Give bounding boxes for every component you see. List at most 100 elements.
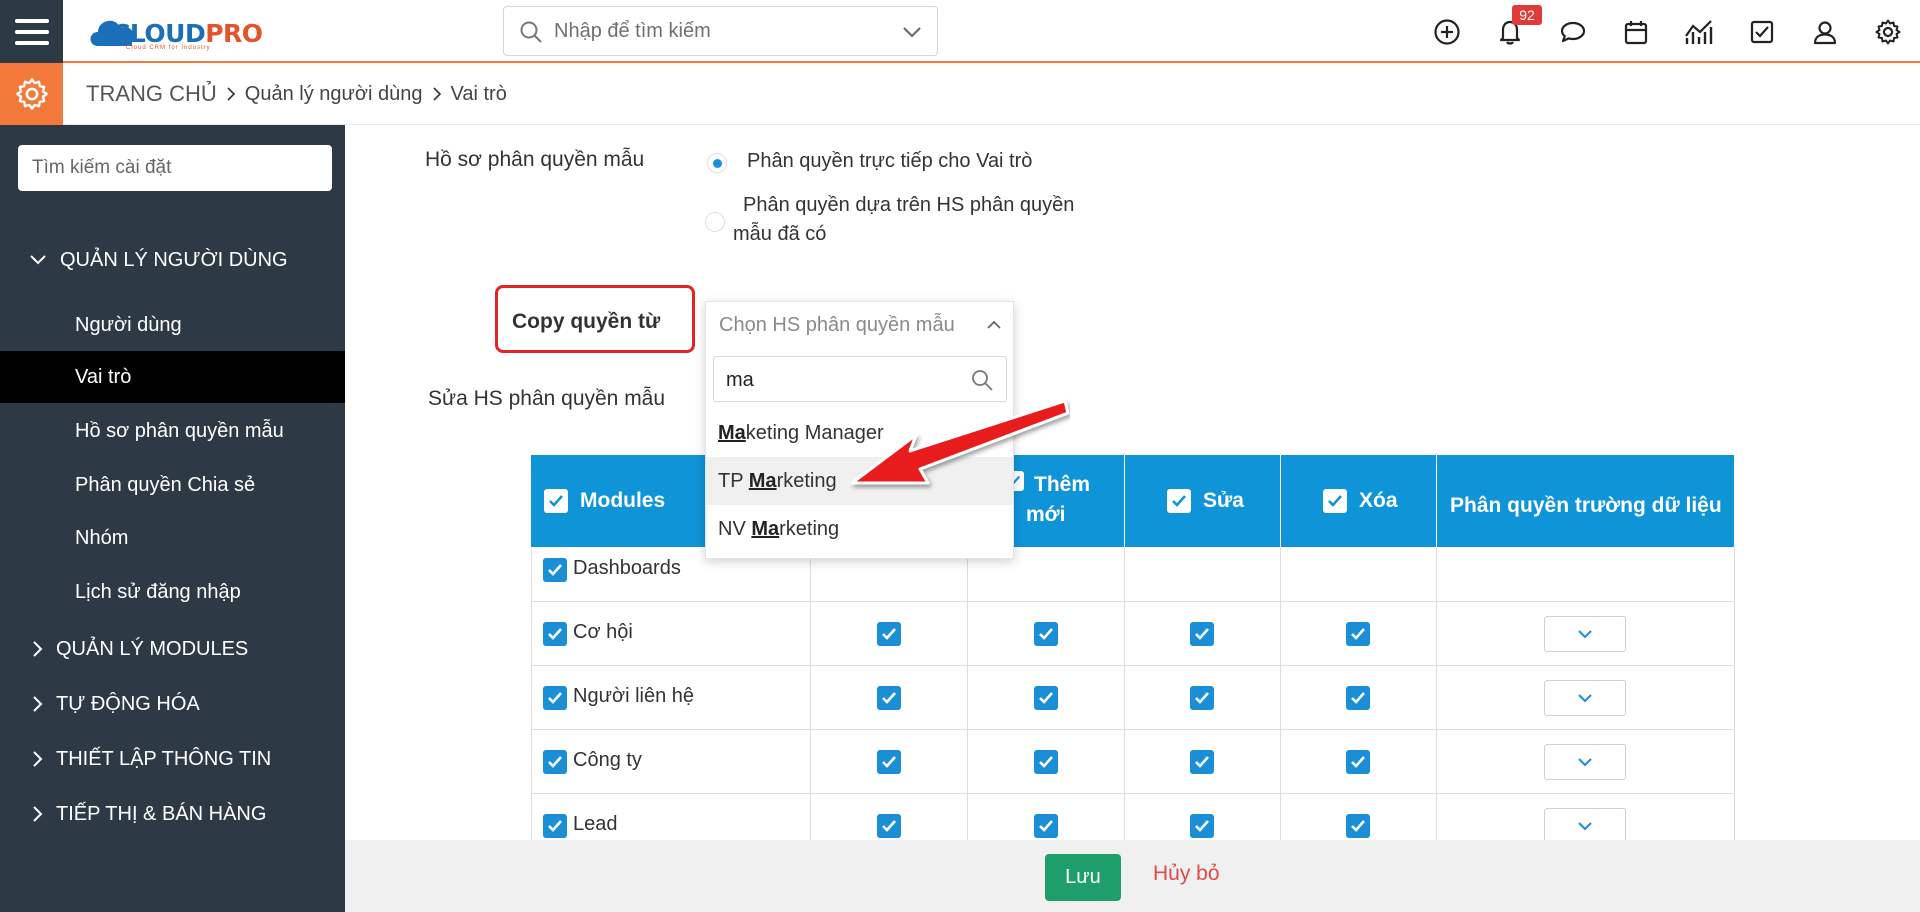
table-cell: [1125, 547, 1281, 602]
cloudpro-logo[interactable]: CLOUDPRO Cloud CRM for Industry: [86, 10, 266, 52]
permission-checkbox-view[interactable]: [877, 622, 901, 646]
breadcrumb-roles: Vai trò: [450, 82, 507, 105]
permission-checkbox-edit[interactable]: [1190, 814, 1214, 838]
settings-sidebar: QUẢN LÝ NGƯỜI DÙNG Người dùng Vai trò Hồ…: [0, 125, 345, 912]
profile-template-label: Hồ sơ phân quyền mẫu: [425, 148, 645, 171]
chevron-right-icon: [33, 696, 43, 712]
permission-checkbox-delete[interactable]: [1346, 814, 1370, 838]
save-button[interactable]: Lưu: [1045, 854, 1121, 901]
permission-checkbox-delete[interactable]: [1346, 622, 1370, 646]
field-permission-toggle[interactable]: [1544, 616, 1626, 652]
module-name: Người liên hệ: [573, 685, 695, 707]
sidebar-section-modules[interactable]: QUẢN LÝ MODULES: [0, 629, 345, 669]
logo-text: CLOUDPRO: [112, 19, 263, 48]
module-name: Cơ hội: [573, 621, 633, 643]
sidebar-item-profiles[interactable]: Hồ sơ phân quyền mẫu: [0, 405, 345, 457]
chat-icon[interactable]: [1557, 16, 1589, 48]
select-all-modules-checkbox[interactable]: [544, 489, 568, 513]
calendar-icon[interactable]: [1620, 16, 1652, 48]
permission-checkbox-add[interactable]: [1034, 814, 1058, 838]
field-permission-toggle[interactable]: [1544, 680, 1626, 716]
module-checkbox-lead[interactable]: [543, 814, 567, 838]
module-checkbox-contacts[interactable]: [543, 686, 567, 710]
chevron-down-icon: [1578, 694, 1592, 703]
breadcrumb-users[interactable]: Quản lý người dùng: [245, 83, 423, 106]
chevron-up-icon: [987, 320, 1001, 329]
table-cell: [1437, 547, 1735, 602]
notification-badge: 92: [1512, 5, 1542, 25]
logo-tagline: Cloud CRM for Industry: [126, 45, 211, 51]
column-header-edit: Sửa: [1125, 455, 1281, 547]
search-icon: [520, 21, 542, 43]
radio-direct-permission[interactable]: [707, 153, 727, 173]
chevron-right-icon: [33, 806, 43, 822]
column-header-delete: Xóa: [1281, 455, 1437, 547]
permission-checkbox-view[interactable]: [877, 686, 901, 710]
chevron-right-icon: [33, 751, 43, 767]
dropdown-search-input[interactable]: [726, 367, 956, 393]
sidebar-section-marketing-sales[interactable]: TIẾP THỊ & BÁN HÀNG: [0, 794, 345, 834]
sidebar-section-users[interactable]: QUẢN LÝ NGƯỜI DÙNG: [0, 240, 345, 280]
field-permission-toggle[interactable]: [1544, 808, 1626, 844]
field-permission-toggle[interactable]: [1544, 744, 1626, 780]
settings-gear-icon[interactable]: [1872, 16, 1904, 48]
radio-existing-label-line2: mẫu đã có: [733, 223, 827, 245]
menu-toggle-icon[interactable]: [0, 0, 63, 63]
copy-permissions-label: Copy quyền từ: [512, 310, 661, 333]
global-search[interactable]: [503, 6, 938, 56]
breadcrumb-bar: TRANG CHỦ Quản lý người dùng Vai trò: [0, 63, 1920, 125]
dropdown-option-marketing-manager[interactable]: Ma keting Manager: [706, 409, 1013, 457]
sidebar-item-roles[interactable]: Vai trò: [0, 351, 345, 403]
permission-checkbox-view[interactable]: [877, 750, 901, 774]
chevron-right-icon: [33, 641, 43, 657]
permission-checkbox-add[interactable]: [1034, 622, 1058, 646]
permission-checkbox-view[interactable]: [877, 814, 901, 838]
global-search-input[interactable]: [554, 17, 884, 45]
radio-direct-label: Phân quyền trực tiếp cho Vai trò: [747, 150, 1033, 172]
select-all-delete-checkbox[interactable]: [1323, 489, 1347, 513]
permission-checkbox-add[interactable]: [1034, 750, 1058, 774]
add-icon[interactable]: [1431, 16, 1463, 48]
settings-gear-icon[interactable]: [0, 63, 63, 125]
dropdown-option-nv-marketing[interactable]: NV Ma rketing: [706, 505, 1013, 553]
task-check-icon[interactable]: [1746, 16, 1778, 48]
module-checkbox-companies[interactable]: [543, 750, 567, 774]
chevron-down-icon[interactable]: [901, 21, 923, 43]
column-header-field-permissions: Phân quyền trường dữ liệu: [1437, 455, 1735, 547]
permission-checkbox-edit[interactable]: [1190, 750, 1214, 774]
sidebar-item-users[interactable]: Người dùng: [0, 299, 345, 351]
user-profile-icon[interactable]: [1809, 16, 1841, 48]
radio-existing-profile[interactable]: [705, 212, 725, 232]
chevron-down-icon: [1578, 630, 1592, 639]
permission-checkbox-add[interactable]: [1034, 686, 1058, 710]
select-all-edit-checkbox[interactable]: [1167, 489, 1191, 513]
cancel-button[interactable]: Hủy bỏ: [1153, 862, 1220, 886]
sidebar-item-login-history[interactable]: Lịch sử đăng nhập: [0, 566, 345, 618]
sidebar-item-groups[interactable]: Nhóm: [0, 512, 345, 564]
permission-checkbox-edit[interactable]: [1190, 622, 1214, 646]
edit-profile-label: Sửa HS phân quyền mẫu: [428, 387, 666, 410]
chevron-right-icon: [227, 87, 235, 101]
dropdown-search[interactable]: [713, 356, 1007, 402]
sidebar-item-sharing[interactable]: Phân quyền Chia sẻ: [0, 459, 345, 511]
settings-search-input[interactable]: [18, 145, 332, 191]
module-checkbox-dashboards[interactable]: [543, 558, 567, 582]
dropdown-selected[interactable]: Chọn HS phân quyền mẫu: [706, 302, 1015, 348]
module-name: Công ty: [573, 749, 642, 771]
permission-checkbox-edit[interactable]: [1190, 686, 1214, 710]
form-footer: Lưu Hủy bỏ: [345, 840, 1920, 912]
permission-checkbox-delete[interactable]: [1346, 686, 1370, 710]
reports-chart-icon[interactable]: [1683, 16, 1715, 48]
profile-template-dropdown[interactable]: Chọn HS phân quyền mẫu Maketing Manager …: [705, 301, 1014, 559]
module-name: Lead: [573, 813, 618, 835]
module-checkbox-opportunities[interactable]: [543, 622, 567, 646]
dropdown-option-tp-marketing[interactable]: TP Ma rketing: [706, 457, 1013, 505]
sidebar-section-info-setup[interactable]: THIẾT LẬP THÔNG TIN: [0, 739, 345, 779]
radio-existing-label-line1: Phân quyền dựa trên HS phân quyền: [743, 194, 1075, 216]
chevron-down-icon: [1578, 822, 1592, 831]
module-name: Dashboards: [573, 557, 681, 579]
top-header: CLOUDPRO Cloud CRM for Industry 92: [0, 0, 1920, 63]
breadcrumb-home[interactable]: TRANG CHỦ: [86, 81, 217, 107]
sidebar-section-automation[interactable]: TỰ ĐỘNG HÓA: [0, 684, 345, 724]
permission-checkbox-delete[interactable]: [1346, 750, 1370, 774]
